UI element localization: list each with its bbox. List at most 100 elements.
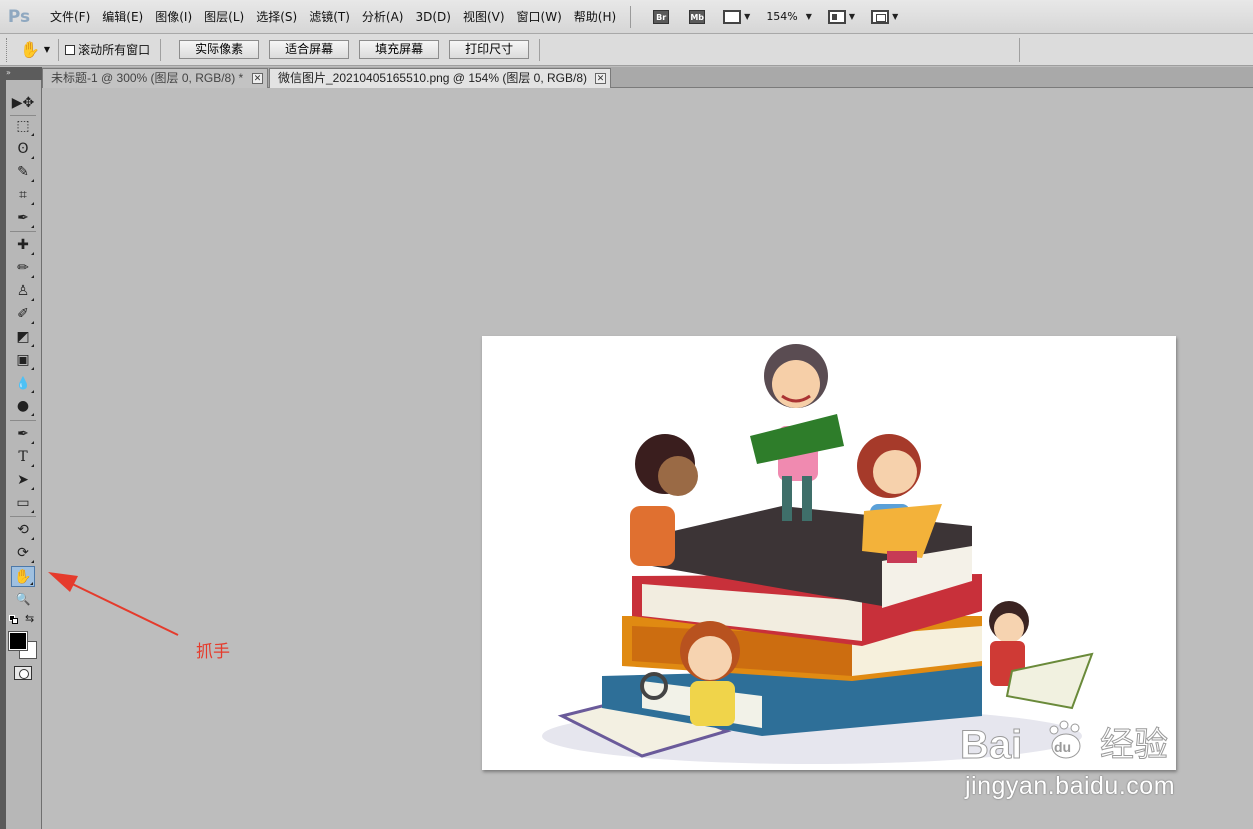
eyedropper-tool-icon[interactable]: ✒ bbox=[11, 208, 35, 229]
menu-edit[interactable]: 编辑(E) bbox=[96, 6, 149, 28]
arrange-documents-control[interactable]: ▼ bbox=[827, 9, 856, 24]
print-size-button[interactable]: 打印尺寸 bbox=[449, 40, 530, 59]
path-selection-icon: ➤ bbox=[17, 472, 29, 488]
tool-preset-picker[interactable]: ✋ ▼ bbox=[20, 40, 50, 59]
submenu-indicator bbox=[31, 560, 34, 563]
submenu-indicator bbox=[31, 390, 34, 393]
submenu-indicator bbox=[31, 321, 34, 324]
submenu-indicator bbox=[31, 487, 34, 490]
view-extras-control[interactable]: ▼ bbox=[723, 9, 750, 24]
zoom-level-control[interactable]: 154% ▼ bbox=[766, 10, 812, 23]
type-icon: T bbox=[18, 449, 28, 465]
close-icon[interactable]: ✕ bbox=[595, 73, 606, 84]
menu-image[interactable]: 图像(I) bbox=[149, 6, 198, 28]
dodge-tool-icon[interactable]: ● bbox=[11, 396, 35, 417]
menu-3d[interactable]: 3D(D) bbox=[409, 6, 456, 28]
options-separator bbox=[539, 38, 541, 61]
screen-mode-control[interactable]: ▼ bbox=[871, 9, 898, 24]
menu-file[interactable]: 文件(F) bbox=[44, 6, 96, 28]
hand-tool-icon[interactable]: ✋ bbox=[11, 566, 35, 587]
3d-rotate-icon: ⟲ bbox=[17, 522, 29, 538]
screen-mode-icon bbox=[871, 9, 890, 24]
toolbox-collapse-button[interactable]: » bbox=[0, 67, 42, 80]
submenu-indicator bbox=[31, 156, 34, 159]
submenu-indicator bbox=[31, 344, 34, 347]
checkbox-box[interactable] bbox=[65, 44, 76, 55]
photoshop-logo: Ps bbox=[7, 6, 31, 27]
scroll-all-windows-checkbox[interactable]: 滚动所有窗口 bbox=[65, 41, 150, 58]
path-selection-tool-icon[interactable]: ➤ bbox=[11, 470, 35, 491]
marquee-tool-icon[interactable]: ⬚ bbox=[11, 116, 35, 137]
hand-icon: ✋ bbox=[20, 40, 40, 59]
crop-tool-icon[interactable]: ⌗ bbox=[11, 185, 35, 206]
submenu-indicator bbox=[31, 179, 34, 182]
history-brush-tool-icon[interactable]: ✐ bbox=[11, 304, 35, 325]
menu-select[interactable]: 选择(S) bbox=[250, 6, 303, 28]
lasso-tool-icon[interactable]: ʘ bbox=[11, 139, 35, 160]
scroll-all-windows-label: 滚动所有窗口 bbox=[78, 43, 151, 57]
bridge-icon[interactable]: Br bbox=[653, 9, 670, 24]
submenu-indicator bbox=[31, 275, 34, 278]
healing-brush-tool-icon[interactable]: ✚ bbox=[11, 235, 35, 256]
marquee-icon: ⬚ bbox=[16, 118, 30, 134]
gradient-tool-icon[interactable]: ▣ bbox=[11, 350, 35, 371]
submenu-indicator bbox=[31, 252, 34, 255]
chevron-down-icon: ▼ bbox=[43, 45, 51, 54]
pen-icon: ✒ bbox=[17, 426, 29, 442]
options-bar: ✋ ▼ 滚动所有窗口 实际像素 适合屏幕 填充屏幕 打印尺寸 bbox=[0, 34, 1253, 66]
watermark-url: jingyan.baidu.com bbox=[965, 772, 1176, 800]
toolbox-edge bbox=[0, 80, 6, 829]
tool-separator bbox=[10, 231, 36, 232]
document-tab-bar: 未标题-1 @ 300% (图层 0, RGB/8) * ✕ 微信图片_2021… bbox=[42, 67, 1253, 88]
menu-filter[interactable]: 滤镜(T) bbox=[303, 6, 356, 28]
eyedropper-icon: ✒ bbox=[17, 210, 29, 226]
submenu-indicator bbox=[31, 464, 34, 467]
fit-screen-button[interactable]: 适合屏幕 bbox=[269, 40, 350, 59]
menu-help[interactable]: 帮助(H) bbox=[568, 6, 622, 28]
document-canvas[interactable] bbox=[482, 336, 1176, 770]
eraser-icon: ◩ bbox=[16, 329, 30, 345]
actual-pixels-button[interactable]: 实际像素 bbox=[179, 40, 260, 59]
rectangle-icon: ▭ bbox=[16, 495, 30, 511]
blur-tool-icon[interactable]: 💧 bbox=[11, 373, 35, 394]
document-tab-wechat-image[interactable]: 微信图片_20210405165510.png @ 154% (图层 0, RG… bbox=[269, 68, 611, 88]
brush-tool-icon[interactable]: ✏ bbox=[11, 258, 35, 279]
close-icon[interactable]: ✕ bbox=[252, 73, 263, 84]
clone-stamp-tool-icon[interactable]: ♙ bbox=[11, 281, 35, 302]
menu-view[interactable]: 视图(V) bbox=[457, 6, 511, 28]
submenu-indicator bbox=[31, 225, 34, 228]
foreground-color-swatch[interactable] bbox=[8, 631, 28, 651]
mini-bridge-icon[interactable]: Mb bbox=[689, 9, 706, 24]
tool-separator bbox=[10, 420, 36, 421]
eraser-tool-icon[interactable]: ◩ bbox=[11, 327, 35, 348]
arrange-documents-icon bbox=[827, 9, 846, 24]
menu-analysis[interactable]: 分析(A) bbox=[356, 6, 410, 28]
chevron-down-icon: ▼ bbox=[805, 12, 812, 21]
tool-separator bbox=[10, 516, 36, 517]
3d-rotate-tool-icon[interactable]: ⟲ bbox=[11, 520, 35, 541]
3d-orbit-tool-icon[interactable]: ⟳ bbox=[11, 543, 35, 564]
quick-mask-icon[interactable] bbox=[14, 666, 32, 680]
children-reading-books-illustration bbox=[542, 344, 1094, 764]
swap-colors-icon[interactable]: ⇆ bbox=[25, 612, 34, 625]
options-bar-grip[interactable] bbox=[6, 37, 10, 62]
watermark-text: 经验 bbox=[1100, 726, 1168, 764]
fill-screen-button[interactable]: 填充屏幕 bbox=[359, 40, 440, 59]
tab-title: 未标题-1 @ 300% (图层 0, RGB/8) * bbox=[51, 71, 244, 85]
quick-selection-tool-icon[interactable]: ✎ bbox=[11, 162, 35, 183]
pen-tool-icon[interactable]: ✒ bbox=[11, 424, 35, 445]
submenu-indicator bbox=[31, 413, 34, 416]
menu-layer[interactable]: 图层(L) bbox=[198, 6, 250, 28]
move-tool-icon[interactable]: ▶✥ bbox=[11, 93, 35, 114]
menu-window[interactable]: 窗口(W) bbox=[511, 6, 568, 28]
menu-separator bbox=[630, 5, 632, 28]
zoom-tool-icon[interactable]: 🔍 bbox=[11, 589, 35, 610]
type-tool-icon[interactable]: T bbox=[11, 447, 35, 468]
submenu-indicator bbox=[31, 510, 34, 513]
document-tab-untitled[interactable]: 未标题-1 @ 300% (图层 0, RGB/8) * ✕ bbox=[42, 68, 268, 88]
droplet-icon: 💧 bbox=[15, 376, 31, 390]
chevron-down-icon: ▼ bbox=[848, 12, 856, 21]
default-colors-icon[interactable] bbox=[9, 615, 18, 624]
shape-tool-icon[interactable]: ▭ bbox=[11, 493, 35, 514]
tab-title: 微信图片_20210405165510.png @ 154% (图层 0, RG… bbox=[278, 71, 588, 85]
